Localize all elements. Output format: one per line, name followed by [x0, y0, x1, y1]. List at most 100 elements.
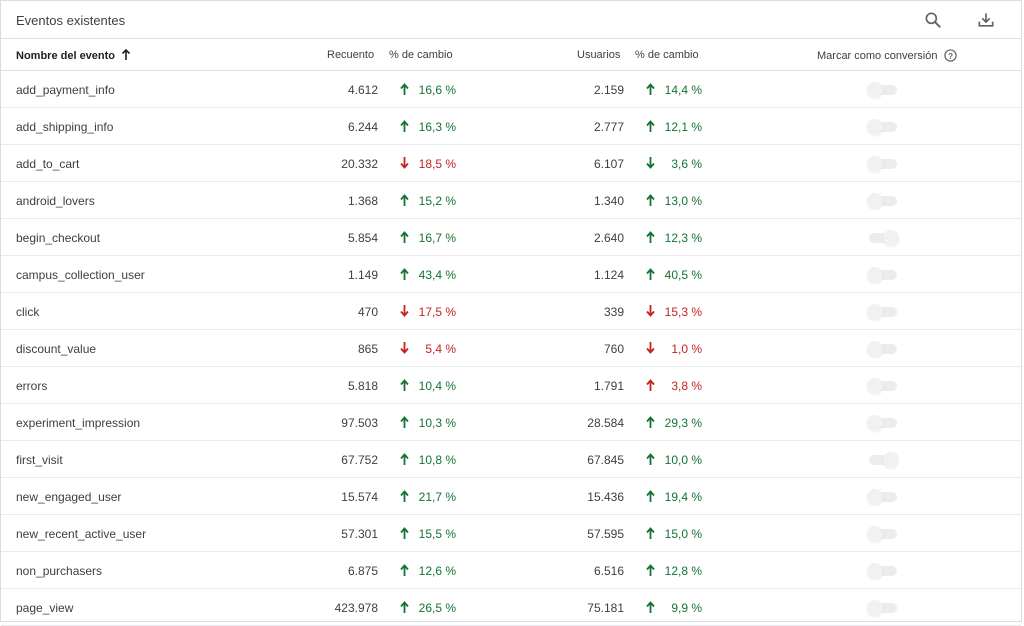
users-change: 3,8 %: [671, 379, 702, 393]
event-name: discount_value: [16, 342, 97, 356]
conversion-toggle[interactable]: [867, 563, 899, 579]
toggle-knob: [867, 193, 883, 209]
users-change: 10,0 %: [664, 453, 702, 467]
event-count: 20.332: [341, 157, 378, 171]
table-row: add_payment_info 4.612 16,6 % 2.159 14,4 %: [1, 71, 1021, 108]
page-title: Eventos existentes: [16, 13, 126, 28]
table-header: Nombre del evento Recuento % de cambio U…: [1, 39, 1021, 71]
column-header-event-name[interactable]: Nombre del evento: [16, 48, 131, 62]
count-change: 10,4 %: [418, 379, 456, 393]
arrow-up-icon: [400, 83, 409, 95]
count-change: 5,4 %: [425, 342, 456, 356]
arrow-up-icon: [646, 564, 655, 576]
download-icon[interactable]: [976, 10, 996, 30]
count-change: 17,5 %: [418, 305, 456, 319]
arrow-up-icon: [400, 453, 409, 465]
users-count: 67.845: [587, 453, 624, 467]
conversion-toggle[interactable]: [867, 415, 899, 431]
column-header-users[interactable]: Usuarios: [577, 49, 620, 61]
count-change: 15,5 %: [418, 527, 456, 541]
arrow-up-icon: [646, 453, 655, 465]
conversion-toggle[interactable]: [867, 489, 899, 505]
toggle-knob: [883, 452, 899, 468]
event-name: add_payment_info: [16, 83, 115, 97]
arrow-up-icon: [646, 268, 655, 280]
arrow-up-icon: [122, 48, 131, 60]
users-change: 13,0 %: [664, 194, 702, 208]
table-row: campus_collection_user 1.149 43,4 % 1.124 40…: [1, 256, 1021, 293]
event-name: experiment_impression: [16, 416, 141, 430]
arrow-up-icon: [646, 120, 655, 132]
card-header: Eventos existentes: [1, 1, 1021, 39]
conversion-toggle[interactable]: [867, 341, 899, 357]
users-count: 2.777: [593, 120, 624, 134]
search-icon[interactable]: [923, 10, 943, 30]
event-name: begin_checkout: [16, 231, 101, 245]
toggle-knob: [867, 341, 883, 357]
event-name: non_purchasers: [16, 564, 103, 578]
event-name: new_recent_active_user: [16, 527, 147, 541]
arrow-up-icon: [400, 231, 409, 243]
table-row: experiment_impression 97.503 10,3 % 28.584 2…: [1, 404, 1021, 441]
conversion-toggle[interactable]: [867, 378, 899, 394]
event-count: 5.818: [347, 379, 378, 393]
users-count: 15.436: [587, 490, 624, 504]
column-header-count[interactable]: Recuento: [327, 49, 374, 61]
event-count: 1.149: [347, 268, 378, 282]
count-change: 16,7 %: [418, 231, 456, 245]
column-header-count-change[interactable]: % de cambio: [389, 49, 453, 61]
event-count: 470: [357, 305, 378, 319]
event-name: add_to_cart: [16, 157, 80, 171]
table-row: add_shipping_info 6.244 16,3 % 2.777 12,1 %: [1, 108, 1021, 145]
column-header-users-change[interactable]: % de cambio: [635, 49, 699, 61]
count-change: 21,7 %: [418, 490, 456, 504]
users-change: 14,4 %: [664, 83, 702, 97]
toggle-knob: [883, 230, 899, 246]
help-icon[interactable]: ?: [943, 49, 957, 62]
users-count: 339: [603, 305, 624, 319]
conversion-toggle[interactable]: [867, 600, 899, 616]
users-change: 9,9 %: [671, 601, 702, 615]
users-count: 57.595: [587, 527, 624, 541]
arrow-up-icon: [400, 120, 409, 132]
toggle-knob: [867, 267, 883, 283]
toggle-knob: [867, 378, 883, 394]
arrow-up-icon: [646, 416, 655, 428]
column-header-conversion-label: Marcar como conversión: [817, 50, 938, 62]
count-change: 12,6 %: [418, 564, 456, 578]
table-row: click 470 17,5 % 339 15,3 %: [1, 293, 1021, 330]
conversion-toggle[interactable]: [867, 526, 899, 542]
conversion-toggle[interactable]: [867, 156, 899, 172]
users-change: 3,6 %: [671, 157, 702, 171]
users-change: 15,0 %: [664, 527, 702, 541]
conversion-toggle[interactable]: [867, 119, 899, 135]
arrow-down-icon: [646, 305, 655, 317]
users-count: 28.584: [587, 416, 624, 430]
table-row: page_view 423.978 26,5 % 75.181 9,9 %: [1, 589, 1021, 626]
arrow-down-icon: [646, 342, 655, 354]
column-header-conversion: Marcar como conversión ?: [817, 49, 957, 62]
event-count: 57.301: [341, 527, 378, 541]
table-row: new_engaged_user 15.574 21,7 % 15.436 19,4 %: [1, 478, 1021, 515]
arrow-up-icon: [646, 83, 655, 95]
conversion-toggle[interactable]: [867, 267, 899, 283]
count-change: 18,5 %: [418, 157, 456, 171]
arrow-up-icon: [400, 379, 409, 391]
users-change: 12,8 %: [664, 564, 702, 578]
conversion-toggle[interactable]: [867, 193, 899, 209]
toggle-knob: [867, 489, 883, 505]
conversion-toggle[interactable]: [867, 304, 899, 320]
conversion-toggle[interactable]: [867, 452, 899, 468]
arrow-up-icon: [646, 527, 655, 539]
arrow-up-icon: [400, 194, 409, 206]
event-count: 6.244: [347, 120, 378, 134]
users-count: 75.181: [587, 601, 624, 615]
event-count: 67.752: [341, 453, 378, 467]
users-count: 2.159: [593, 83, 624, 97]
count-change: 16,3 %: [418, 120, 456, 134]
users-change: 15,3 %: [664, 305, 702, 319]
users-change: 1,0 %: [671, 342, 702, 356]
conversion-toggle[interactable]: [867, 82, 899, 98]
conversion-toggle[interactable]: [867, 230, 899, 246]
table-row: new_recent_active_user 57.301 15,5 % 57.595…: [1, 515, 1021, 552]
